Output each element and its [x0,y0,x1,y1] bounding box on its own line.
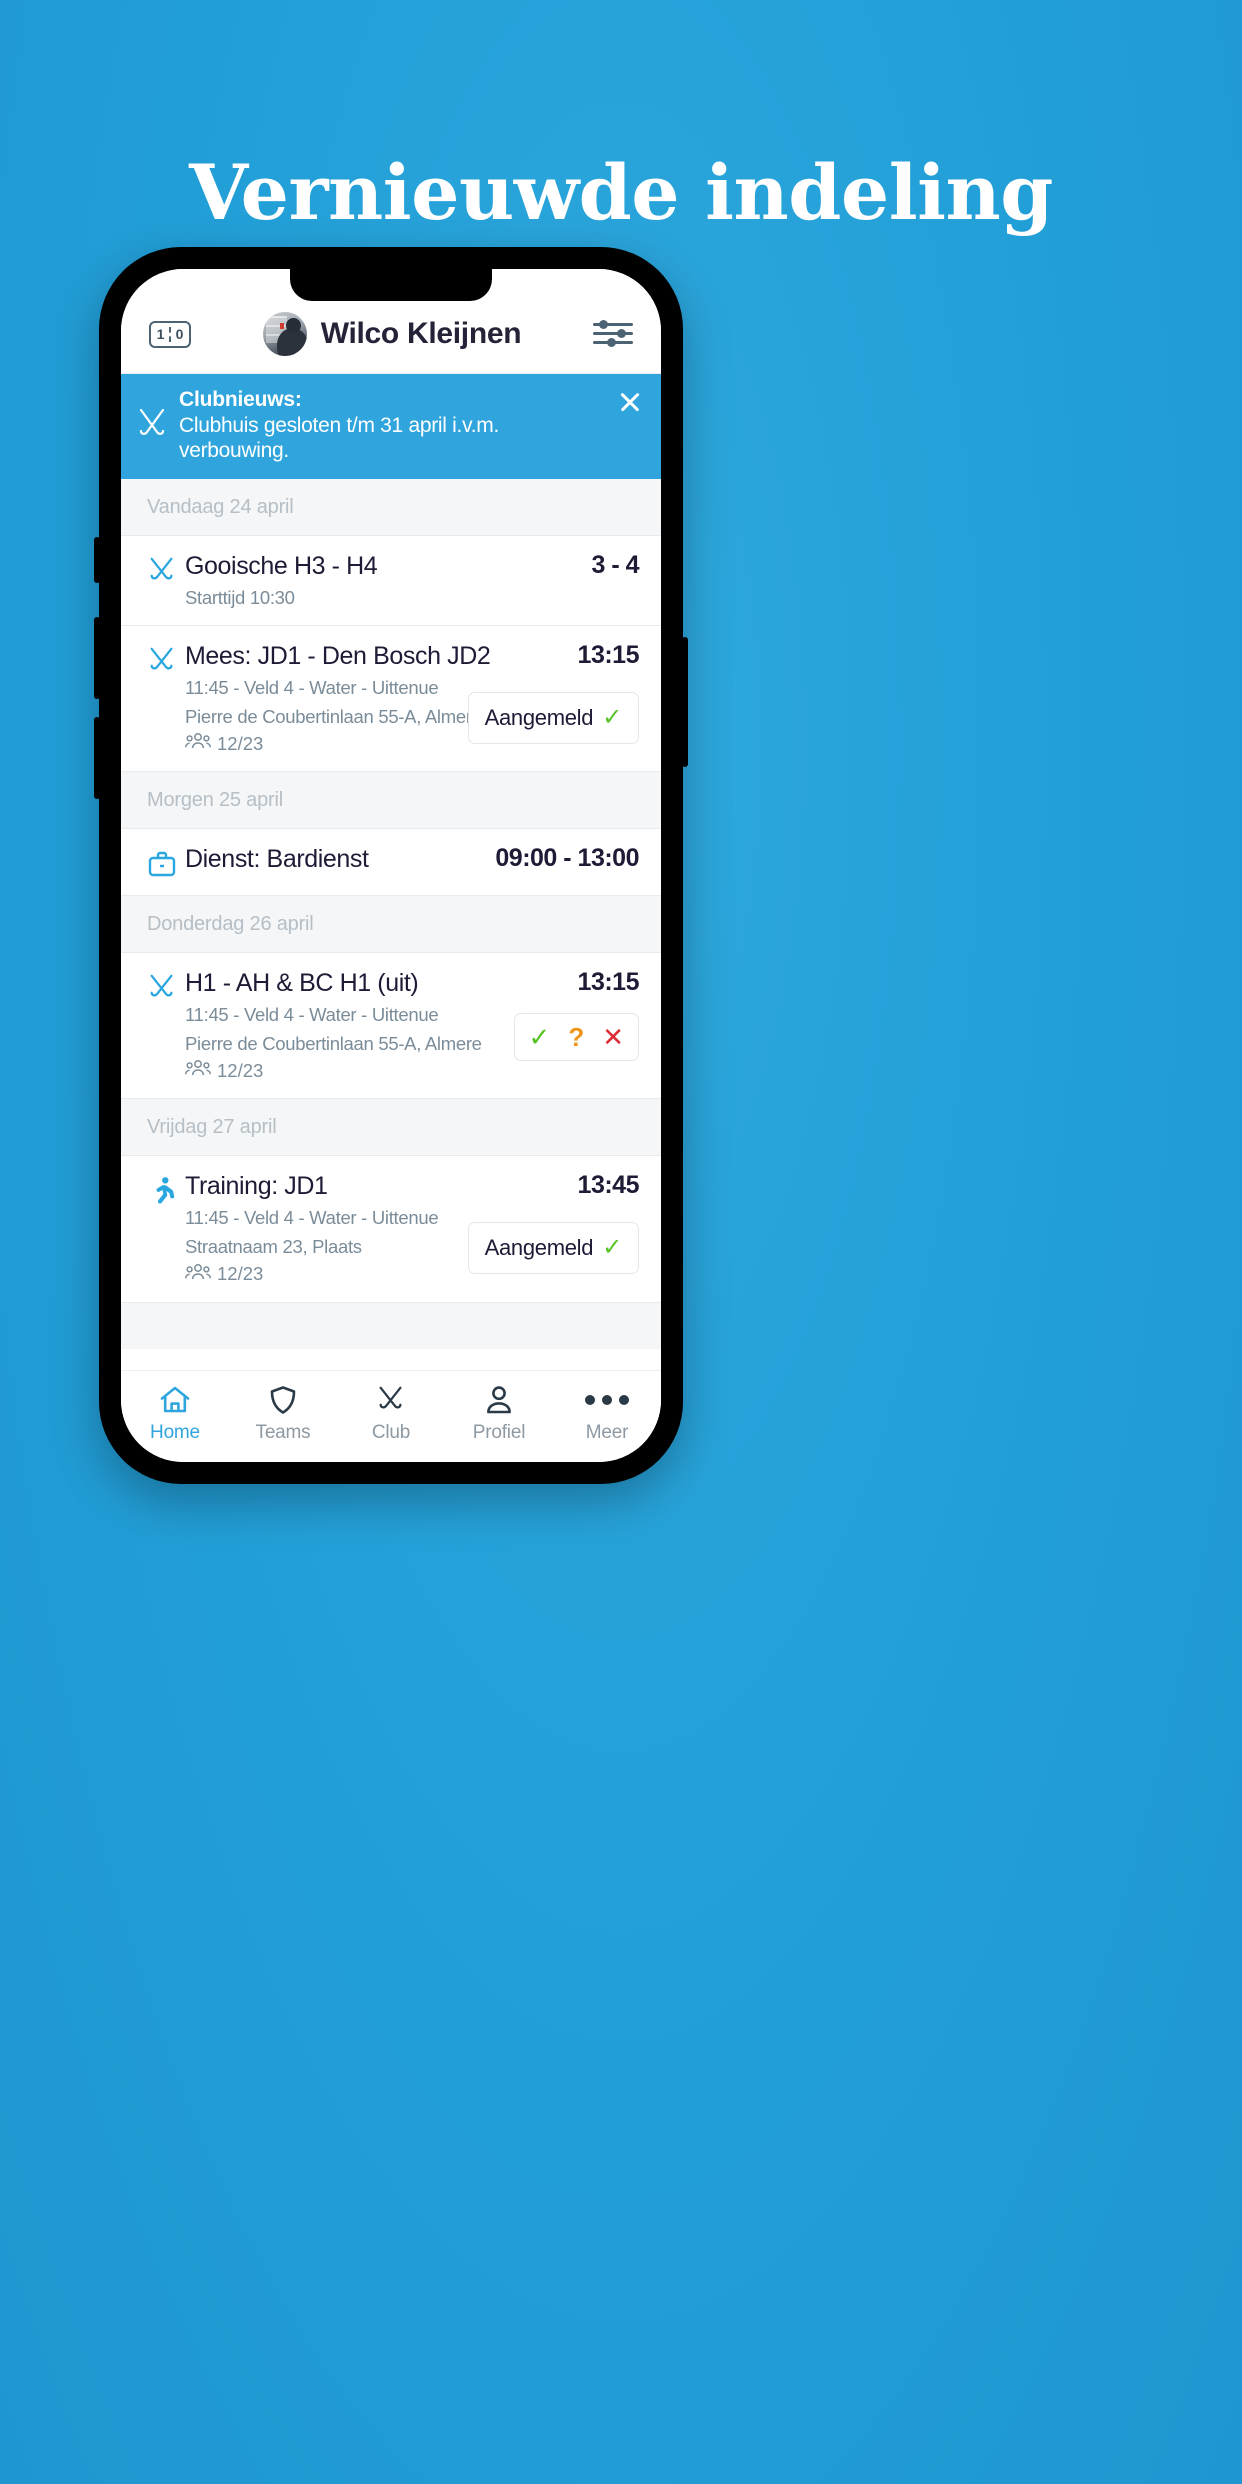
people-icon [184,1263,212,1286]
phone-mute-switch [94,537,100,583]
event-title: Dienst: Bardienst [185,845,369,874]
agenda-day-header: Morgen 25 april [121,772,661,830]
attendance-count: 12/23 [217,732,264,754]
phone-volume-up [94,617,100,699]
phone-notch [290,269,492,301]
attendance-status-button[interactable]: Aangemeld ✓ [467,1221,639,1274]
check-icon: ✓ [602,703,622,731]
shield-icon [269,1383,297,1417]
event-attendance: 12/23 [184,1059,514,1082]
event-details: Dienst: Bardienst [179,845,495,879]
ellipsis-icon [585,1383,629,1417]
agenda-list: Vandaag 24 april Gooische H3 - H4 Startt… [121,478,661,1303]
scoreboard-right-value: 0 [175,326,184,342]
nav-item-teams[interactable]: Teams [229,1383,337,1444]
attendance-status-button[interactable]: Aangemeld ✓ [467,691,639,744]
event-attendance: 12/23 [184,1263,468,1286]
event-details: Mees: JD1 - Den Bosch JD2 11:45 - Veld 4… [179,642,491,755]
event-subtitle-1: 11:45 - Veld 4 - Water - Uittenue [185,1004,439,1026]
event-subtitle-1: Starttijd 10:30 [185,586,295,608]
attendance-choice-group: ✓ ? ✕ [513,1012,639,1061]
clubnews-text: Clubnieuws: Clubhuis gesloten t/m 31 apr… [179,387,605,464]
event-subtitle-2: Pierre de Coubertinlaan 55-A, Almere [185,1032,482,1054]
agenda-event-row[interactable]: Gooische H3 - H4 Starttijd 10:30 3 - 4 [121,535,661,627]
agenda-event-row[interactable]: Dienst: Bardienst 09:00 - 13:00 [121,829,661,897]
event-attendance: 12/23 [184,732,468,755]
briefcase-icon [145,845,179,879]
attend-yes-icon[interactable]: ✓ [529,1024,551,1050]
event-right-column: 13:15 Aangemeld ✓ [467,641,640,755]
event-subtitle-1: 11:45 - Veld 4 - Water - Uittenue [185,1207,439,1229]
event-details: Training: JD1 11:45 - Veld 4 - Water - U… [179,1172,468,1285]
crossed-hockey-sticks-icon [376,1383,406,1417]
agenda-event-row[interactable]: H1 - AH & BC H1 (uit) 11:45 - Veld 4 - W… [121,953,661,1100]
nav-label: Home [150,1422,200,1443]
agenda-event-row[interactable]: Mees: JD1 - Den Bosch JD2 11:45 - Veld 4… [121,626,661,773]
home-icon [159,1383,191,1417]
clubnews-title: Clubnieuws: [179,388,302,411]
phone-power-button [682,637,688,767]
nav-item-home[interactable]: Home [121,1383,229,1444]
running-person-icon [145,1172,179,1285]
event-right-column: 3 - 4 [523,550,639,609]
agenda-event-row[interactable]: Training: JD1 11:45 - Veld 4 - Water - U… [121,1156,661,1303]
scoreboard-icon[interactable]: 1 0 [149,320,191,348]
crossed-hockey-sticks-icon [145,969,179,1082]
event-title: Mees: JD1 - Den Bosch JD2 [185,642,491,671]
person-icon [485,1383,513,1417]
phone-mockup: 1 0 Wilco Kleijnen Clubnieuws: Clubhuis … [94,247,688,1484]
phone-screen: 1 0 Wilco Kleijnen Clubnieuws: Clubhuis … [121,269,661,1462]
event-title: Training: JD1 [185,1172,328,1201]
event-time-or-score: 09:00 - 13:00 [495,844,639,873]
avatar[interactable] [262,312,307,356]
crossed-hockey-sticks-icon [145,552,179,609]
nav-item-club[interactable]: Club [337,1383,445,1444]
event-time-or-score: 13:15 [577,641,640,670]
event-details: H1 - AH & BC H1 (uit) 11:45 - Veld 4 - W… [179,969,514,1082]
crossed-hockey-sticks-icon [145,642,179,755]
nav-label: Club [371,1422,411,1443]
nav-label: Teams [255,1422,311,1443]
sliders-icon[interactable] [593,318,633,350]
phone-volume-down [94,717,100,799]
attendance-status-label: Aangemeld [484,1234,594,1260]
attendance-status-label: Aangemeld [484,704,594,730]
event-title: H1 - AH & BC H1 (uit) [185,969,419,998]
attendance-count: 12/23 [217,1059,264,1081]
attend-maybe-icon[interactable]: ? [568,1024,584,1050]
check-icon: ✓ [602,1233,622,1261]
event-time-or-score: 13:45 [577,1171,640,1200]
event-subtitle-2: Straatnaam 23, Plaats [185,1235,362,1257]
close-icon[interactable] [617,389,643,415]
nav-label: Profiel [472,1422,526,1443]
user-name: Wilco Kleijnen [320,317,522,350]
nav-item-profiel[interactable]: Profiel [445,1383,553,1444]
header-user[interactable]: Wilco Kleijnen [191,312,593,356]
agenda-day-header: Vrijdag 27 april [121,1099,661,1157]
scoreboard-left-value: 1 [156,326,165,342]
people-icon [184,1059,212,1082]
event-subtitle-2: Pierre de Coubertinlaan 55-A, Almere [185,705,482,727]
clubnews-body: Clubhuis gesloten t/m 31 april i.v.m. ve… [179,413,499,463]
event-subtitle-1: 11:45 - Veld 4 - Water - Uittenue [185,677,439,698]
attend-no-icon[interactable]: ✕ [602,1024,624,1050]
bottom-navigation: Home Teams Club Profiel Meer [121,1370,661,1462]
nav-item-meer[interactable]: Meer [553,1383,661,1444]
event-right-column: 09:00 - 13:00 [495,845,639,879]
event-title: Gooische H3 - H4 [185,551,378,580]
agenda-day-header: Vandaag 24 april [121,478,661,536]
event-right-column: 13:45 Aangemeld ✓ [467,1171,640,1285]
event-right-column: 13:15 ✓ ? ✕ [513,968,640,1082]
list-bottom-spacer [121,1302,661,1349]
clubnews-banner[interactable]: Clubnieuws: Clubhuis gesloten t/m 31 apr… [121,374,661,479]
attendance-count: 12/23 [217,1263,264,1285]
event-details: Gooische H3 - H4 Starttijd 10:30 [179,552,523,609]
crossed-hockey-sticks-icon [137,408,167,442]
page-title: Vernieuwde indeling [189,148,1053,237]
event-time-or-score: 3 - 4 [591,550,639,579]
people-icon [184,732,212,755]
event-time-or-score: 13:15 [577,968,640,997]
agenda-day-header: Donderdag 26 april [121,896,661,954]
nav-label: Meer [585,1422,629,1443]
